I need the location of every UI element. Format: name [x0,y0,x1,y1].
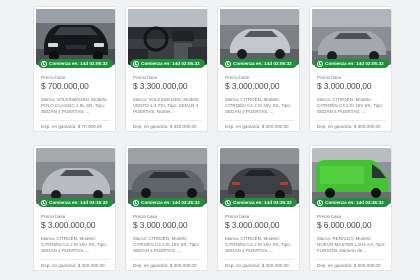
vehicle-photo[interactable] [36,9,115,65]
divider [223,259,294,260]
divider [223,120,294,121]
deposit-amount: Dep. en garantía: $ 330.000,00 [133,124,197,129]
listing-card[interactable]: Comienza en: 14d 03:25:32 Precio base $ … [125,145,208,271]
price-label: Precio base [133,75,158,80]
countdown-badge: Comienza en: 14d 02:05:32 [314,59,389,68]
divider [315,259,386,260]
divider [131,120,202,121]
base-price: $ 6.000.000,00 [317,220,372,230]
clock-icon [224,199,231,206]
listing-grid: Comienza en: 14d 02:05:32 Precio base $ … [0,0,420,280]
listing-card[interactable]: Comienza en: 14d 03:35:32 Precio base $ … [217,145,300,271]
clock-icon [132,199,139,206]
divider [39,120,110,121]
price-label: Precio base [317,214,342,219]
vehicle-photo[interactable] [36,148,115,204]
vehicle-description: Marca: RENAULT, Modelo: NUEVO MASTER L1H… [317,236,386,253]
base-price: $ 3.300.000,00 [133,81,188,91]
base-price: $ 3.000.000,00 [41,220,96,230]
price-label: Precio base [41,75,66,80]
clock-icon [40,199,47,206]
countdown-badge: Comienza en: 14d 03:45:32 [314,198,389,207]
vehicle-photo[interactable] [312,148,391,204]
listing-card[interactable]: Comienza en: 14d 02:05:32 Precio base $ … [217,6,300,132]
vehicle-photo[interactable] [220,9,299,65]
price-label: Precio base [225,75,250,80]
vehicle-description: Marca: VOLKSWAGEN, Modelo: VENTO 1.4 TSI… [133,97,200,114]
deposit-amount: Dep. en garantía: $ 70.000,00 [41,124,103,129]
countdown-badge: Comienza en: 14d 03:15:32 [38,198,113,207]
vehicle-description: Marca: CITROËN, Modelo: CITROËN C4 2.0I … [225,236,292,253]
listing-card[interactable]: Comienza en: 14d 02:05:32 Precio base $ … [33,6,116,132]
price-label: Precio base [41,214,66,219]
deposit-amount: Dep. en garantía: $ 600.000,00 [317,263,381,268]
listing-card[interactable]: Comienza en: 14d 02:05:32 Precio base $ … [125,6,208,132]
countdown-badge: Comienza en: 14d 02:05:32 [222,59,297,68]
vehicle-description: Marca: CITROËN, Modelo: CITROËN C4 2.0I … [41,236,108,253]
deposit-amount: Dep. en garantía: $ 300.000,00 [41,263,105,268]
price-label: Precio base [133,214,158,219]
listing-card[interactable]: Comienza en: 14d 03:15:32 Precio base $ … [33,145,116,271]
clock-icon [40,60,47,67]
divider [131,259,202,260]
countdown-badge: Comienza en: 14d 03:35:32 [222,198,297,207]
deposit-amount: Dep. en garantía: $ 300.000,00 [225,263,289,268]
vehicle-description: Marca: CITROËN, Modelo: CITROËN C4 2.0I … [133,236,200,253]
listing-card[interactable]: Comienza en: 14d 03:45:32 Precio base $ … [309,145,392,271]
countdown-badge: Comienza en: 14d 02:05:32 [130,59,205,68]
price-label: Precio base [317,75,342,80]
clock-icon [132,60,139,67]
clock-icon [316,60,323,67]
price-label: Precio base [225,214,250,219]
deposit-amount: Dep. en garantía: $ 300.000,00 [133,263,197,268]
divider [39,259,110,260]
vehicle-description: Marca: CITROËN, Modelo: CITROËN C4 2.0I … [317,97,384,114]
base-price: $ 3.000.000,00 [133,220,188,230]
vehicle-description: Marca: VOLKSWAGEN, Modelo: POLO CLASSIC … [41,97,108,114]
base-price: $ 3.000.000,00 [317,81,372,91]
base-price: $ 3.000.000,00 [225,81,280,91]
base-price: $ 700.000,00 [41,81,89,91]
vehicle-photo[interactable] [312,9,391,65]
clock-icon [224,60,231,67]
vehicle-photo[interactable] [128,148,207,204]
deposit-amount: Dep. en garantía: $ 300.000,00 [317,124,381,129]
base-price: $ 3.000.000,00 [225,220,280,230]
countdown-badge: Comienza en: 14d 02:05:32 [38,59,113,68]
listing-card[interactable]: Comienza en: 14d 02:05:32 Precio base $ … [309,6,392,132]
vehicle-photo[interactable] [220,148,299,204]
divider [315,120,386,121]
deposit-amount: Dep. en garantía: $ 300.000,00 [225,124,289,129]
vehicle-description: Marca: CITROËN, Modelo: CITROËN C4 2.0I … [225,97,292,114]
vehicle-photo[interactable] [128,9,207,65]
clock-icon [316,199,323,206]
countdown-badge: Comienza en: 14d 03:25:32 [130,198,205,207]
